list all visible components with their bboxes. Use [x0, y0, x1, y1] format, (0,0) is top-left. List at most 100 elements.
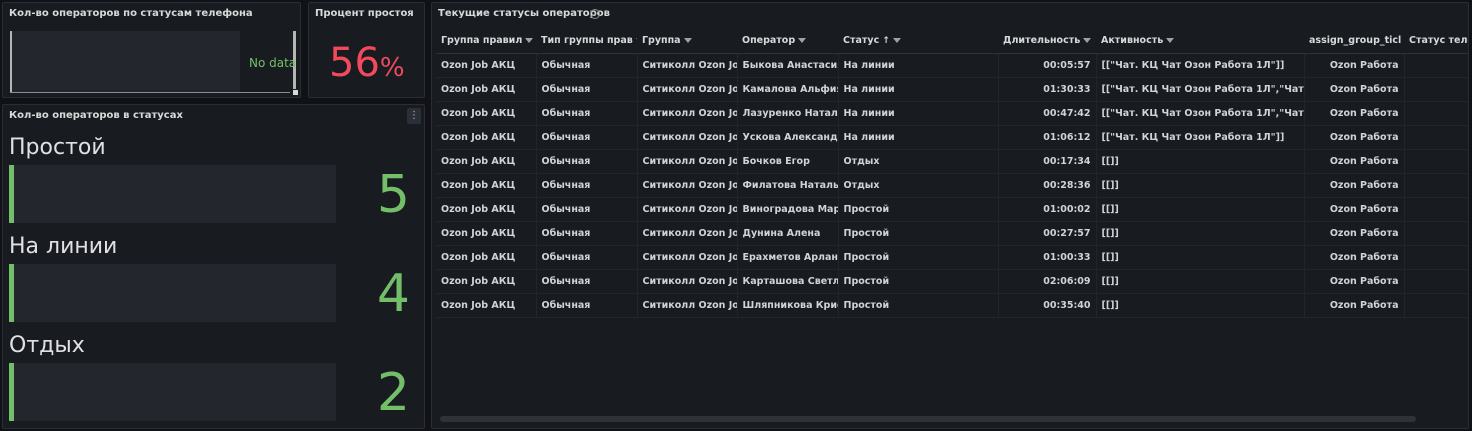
table-cell [1404, 149, 1468, 174]
table-cell: 01:00:02 [998, 197, 1097, 222]
table-cell: [[]] [1096, 269, 1305, 294]
table-cell: 00:05:57 [998, 53, 1097, 78]
table-cell: 00:27:57 [998, 221, 1097, 246]
table-cell: Простой [838, 221, 999, 246]
column-header[interactable]: Длительность [998, 29, 1096, 54]
table-cell: [[]] [1096, 197, 1305, 222]
table-cell: Ситиколл Ozon Job [637, 101, 738, 126]
status-value-rest: 2 [376, 363, 410, 423]
table-cell: Обычная [536, 197, 638, 222]
table-row[interactable]: Ozon Job АКЦ Обычная Ситиколл Ozon Job Фила… [436, 173, 1468, 198]
table-cell: Виноградова Мария [737, 197, 839, 222]
table-cell [1404, 197, 1468, 222]
table-cell: Ozon Job АКЦ [436, 245, 537, 270]
table-cell: Филатова Наталья [737, 173, 839, 198]
table-cell: Обычная [536, 101, 638, 126]
table-cell: [["Чат. КЦ Чат Озон Работа 1Л","Чат. КЦ … [1096, 101, 1305, 126]
idle-percent-number: 56 [329, 40, 380, 86]
idle-percent-value: 56% [329, 39, 405, 92]
table-cell: Обычная [536, 293, 638, 318]
table-cell: Ускова Александра [737, 125, 839, 150]
table-cell [1404, 125, 1468, 150]
table-cell: 00:17:34 [998, 149, 1097, 174]
table-cell: [[]] [1096, 293, 1305, 318]
sort-ascending-icon[interactable]: ↑ [882, 36, 890, 46]
table-cell: Ozon Job АКЦ [436, 77, 537, 102]
table-row[interactable]: Ozon Job АКЦ Обычная Ситиколл Ozon Job Быко… [436, 53, 1468, 78]
table-cell: 01:30:33 [998, 77, 1097, 102]
column-header[interactable]: Группа правил [436, 29, 536, 54]
table-row[interactable]: Ozon Job АКЦ Обычная Ситиколл Ozon Job Вино… [436, 197, 1468, 222]
table-header-row: Группа правил Тип группы прав Группа Опе… [436, 29, 1468, 54]
table-row[interactable]: Ozon Job АКЦ Обычная Ситиколл Ozon Job Кама… [436, 77, 1468, 102]
horizontal-scrollbar[interactable] [440, 416, 1416, 422]
table-cell [1404, 173, 1468, 198]
filter-icon[interactable] [798, 38, 807, 44]
table-cell: 01:00:33 [998, 245, 1097, 270]
table-cell [1404, 269, 1468, 294]
table-cell: [[]] [1096, 173, 1305, 198]
table-cell: Ситиколл Ozon Job [637, 245, 738, 270]
table-cell [1404, 53, 1468, 78]
table-cell: Ozon Job АКЦ [436, 53, 537, 78]
table-cell: 00:28:36 [998, 173, 1097, 198]
info-icon[interactable]: i [590, 9, 600, 19]
table-cell: На линии [838, 53, 999, 78]
table-cell: Ситиколл Ozon Job [637, 53, 738, 78]
table-cell: Ozon Job АКЦ [436, 125, 537, 150]
filter-icon[interactable] [635, 38, 637, 44]
table-cell: Отдых [838, 173, 999, 198]
column-header[interactable]: Статус ↑ [838, 29, 998, 54]
table-row[interactable]: Ozon Job АКЦ Обычная Ситиколл Ozon Job Ерах… [436, 245, 1468, 270]
table-cell: 00:35:40 [998, 293, 1097, 318]
table-cell: Ozon Job АКЦ [436, 221, 537, 246]
table-cell: Карташова Светлана [737, 269, 839, 294]
table-cell: Ozon Работа [1304, 53, 1405, 78]
table-cell: Ozon Job АКЦ [436, 269, 537, 294]
filter-icon[interactable] [1083, 38, 1092, 44]
table-cell: Ozon Работа [1304, 77, 1405, 102]
column-header[interactable]: Активность [1096, 29, 1304, 54]
table-cell: Ozon Job АКЦ [436, 173, 537, 198]
table-cell: Ситиколл Ozon Job [637, 173, 738, 198]
table-cell: Обычная [536, 269, 638, 294]
filter-icon[interactable] [683, 38, 692, 44]
table-cell: Отдых [838, 149, 999, 174]
status-label-rest: Отдых [9, 333, 85, 358]
table-cell: Ерахметов Арлан [737, 245, 839, 270]
table-row[interactable]: Ozon Job АКЦ Обычная Ситиколл Ozon Job Бочк… [436, 149, 1468, 174]
idle-percent-unit: % [379, 53, 405, 83]
operators-table-panel: Текущие статусы операторов i Группа прав… [431, 2, 1469, 429]
filter-icon[interactable] [892, 38, 901, 44]
table-cell: Обычная [536, 173, 638, 198]
column-header[interactable]: Группа [637, 29, 737, 54]
table-cell: Ozon Работа [1304, 221, 1405, 246]
column-header[interactable]: Статус теле [1404, 29, 1468, 54]
table-cell: Простой [838, 197, 999, 222]
resize-handle[interactable] [293, 90, 298, 95]
table-row[interactable]: Ozon Job АКЦ Обычная Ситиколл Ozon Job Шляп… [436, 293, 1468, 318]
table-cell: Ozon Работа [1304, 269, 1405, 294]
table-row[interactable]: Ozon Job АКЦ Обычная Ситиколл Ozon Job Лазу… [436, 101, 1468, 126]
table-cell: Быкова Анастасия [737, 53, 839, 78]
table-cell: Простой [838, 245, 999, 270]
table-row[interactable]: Ozon Job АКЦ Обычная Ситиколл Ozon Job Дуни… [436, 221, 1468, 246]
no-data-label: No data [249, 56, 297, 70]
table-row[interactable]: Ozon Job АКЦ Обычная Ситиколл Ozon Job Уско… [436, 125, 1468, 150]
table-cell: Ozon Job АКЦ [436, 101, 537, 126]
filter-icon[interactable] [525, 38, 534, 44]
column-header[interactable]: assign_group_ticl [1304, 29, 1404, 54]
table-cell [1404, 77, 1468, 102]
column-header[interactable]: Оператор [737, 29, 838, 54]
table-cell: Ozon Работа [1304, 125, 1405, 150]
table-cell: Ситиколл Ozon Job [637, 269, 738, 294]
table-cell: Дунина Алена [737, 221, 839, 246]
filter-icon[interactable] [1166, 38, 1175, 44]
more-vertical-icon[interactable]: ⋮ [407, 108, 421, 124]
table-cell: На линии [838, 77, 999, 102]
column-header[interactable]: Тип группы прав [536, 29, 637, 54]
table-cell: Ozon Работа [1304, 101, 1405, 126]
table-row[interactable]: Ozon Job АКЦ Обычная Ситиколл Ozon Job Карт… [436, 269, 1468, 294]
table-cell: Ozon Job АКЦ [436, 197, 537, 222]
status-bar-rest [9, 363, 336, 421]
